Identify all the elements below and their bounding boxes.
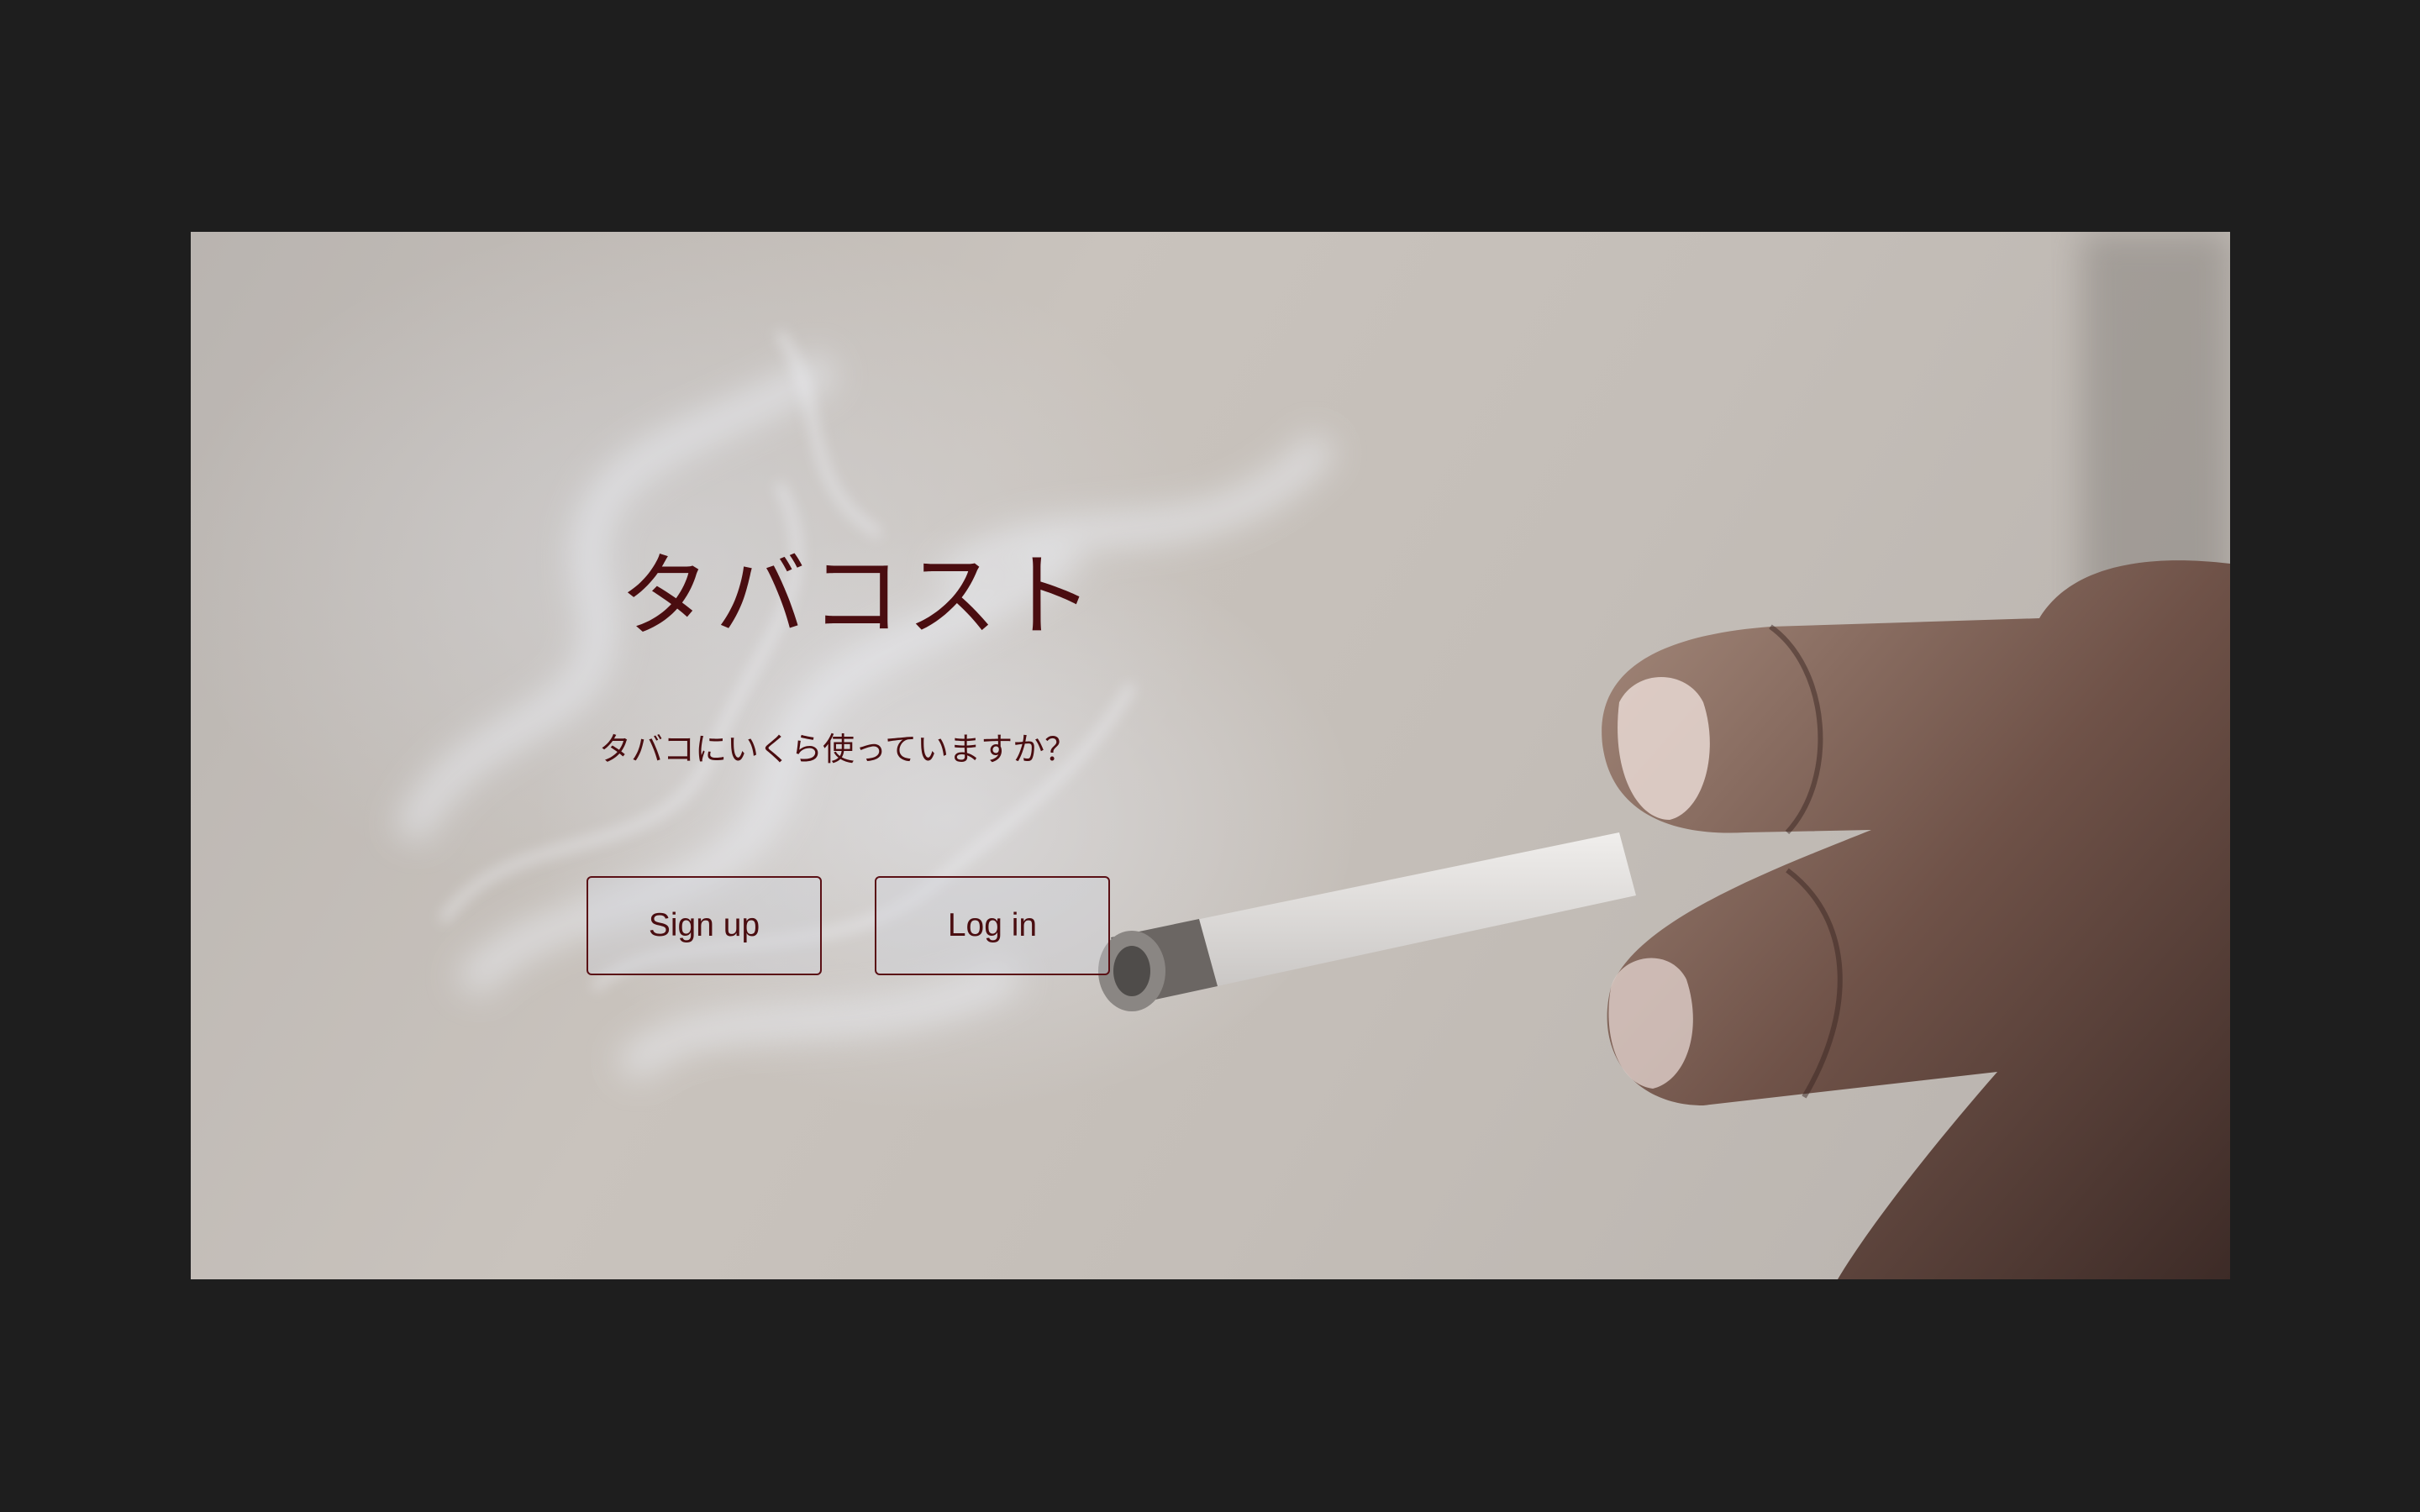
tagline: タバコにいくら使っていますか？ [599,731,1077,768]
cigarette-shape [1098,832,1636,1011]
hand-shape [1602,560,2230,1279]
log-in-button[interactable]: Log in [875,876,1110,975]
app-title: タバコスト [619,544,1099,649]
app-window: タバコスト タバコにいくら使っていますか？ Sign up Log in [0,0,2420,1512]
hero-background-image [393,232,2230,1279]
hero-section: タバコスト タバコにいくら使っていますか？ Sign up Log in [191,232,2230,1279]
sign-up-button[interactable]: Sign up [587,876,822,975]
